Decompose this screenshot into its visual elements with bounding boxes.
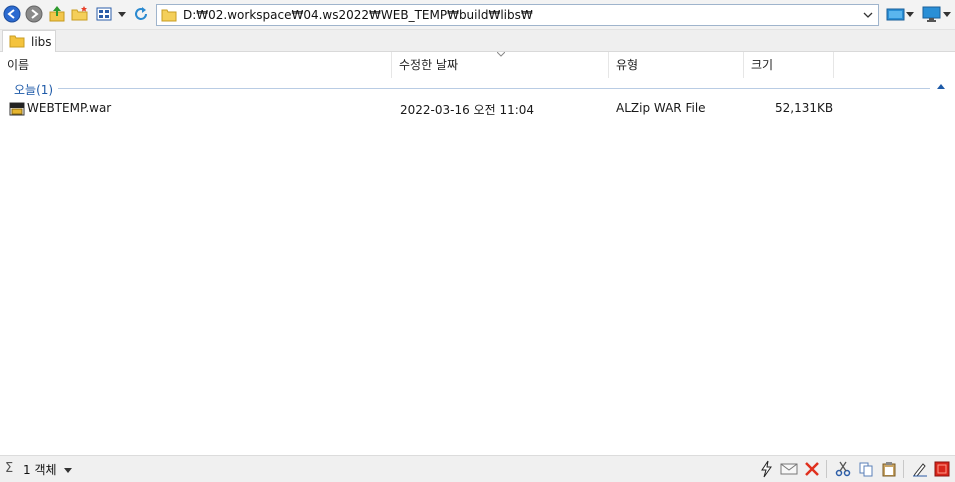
layout-dropdown[interactable] xyxy=(906,12,914,17)
monitor-dropdown[interactable] xyxy=(943,12,951,17)
copy-icon xyxy=(859,462,873,477)
refresh-button[interactable] xyxy=(132,5,150,23)
lightning-icon xyxy=(761,460,772,478)
stop-square-icon xyxy=(934,461,950,477)
folder-icon xyxy=(161,9,177,22)
back-button[interactable] xyxy=(3,5,21,23)
chevron-down-icon[interactable] xyxy=(862,9,874,21)
monitor-button[interactable] xyxy=(922,5,942,23)
folder-up-icon xyxy=(49,6,65,22)
new-folder-icon xyxy=(71,6,88,21)
toolbar-separator xyxy=(903,460,904,478)
monitor-icon xyxy=(922,6,941,22)
refresh-icon xyxy=(135,7,147,20)
file-modified: 2022-03-16 오전 11:04 xyxy=(400,103,535,117)
toolbar: D:₩02.workspace₩04.ws2022₩WEB_TEMP₩build… xyxy=(0,0,955,30)
forward-arrow-icon xyxy=(25,5,43,23)
email-button[interactable] xyxy=(780,460,798,478)
clipboard-icon xyxy=(882,462,896,477)
envelope-icon xyxy=(780,463,798,475)
item-count: 1 객체 xyxy=(23,463,57,477)
tab-libs[interactable]: libs xyxy=(2,30,56,52)
file-size: 52,131KB xyxy=(775,101,834,115)
address-path[interactable]: D:₩02.workspace₩04.ws2022₩WEB_TEMP₩build… xyxy=(183,8,533,22)
count-dropdown[interactable] xyxy=(64,468,72,473)
layout-button[interactable] xyxy=(886,5,906,23)
back-arrow-icon xyxy=(3,5,21,23)
column-header-type[interactable]: 유형 xyxy=(609,52,744,78)
collapse-icon[interactable] xyxy=(937,84,945,89)
group-header-today[interactable]: 오늘(1) xyxy=(0,80,955,98)
scissors-icon xyxy=(835,461,851,477)
view-mode-dropdown[interactable] xyxy=(118,12,126,17)
tab-label: libs xyxy=(31,34,52,49)
paste-button[interactable] xyxy=(880,460,898,478)
group-label: 오늘(1) xyxy=(14,83,54,97)
edit-button[interactable] xyxy=(911,460,929,478)
group-divider xyxy=(58,88,930,89)
forward-button[interactable] xyxy=(25,5,43,23)
status-bar: Σ 1 객체 xyxy=(0,455,955,482)
column-header-size[interactable]: 크기 xyxy=(744,52,834,78)
copy-button[interactable] xyxy=(857,460,875,478)
delete-x-icon xyxy=(805,462,819,476)
panel-layout-icon xyxy=(886,8,905,21)
sigma-icon: Σ xyxy=(5,461,14,476)
lightning-button[interactable] xyxy=(757,460,775,478)
column-headers: 이름 수정한 날짜 유형 크기 xyxy=(0,52,955,78)
up-folder-button[interactable] xyxy=(48,5,66,23)
folder-icon xyxy=(9,35,25,48)
sort-descending-icon xyxy=(497,52,505,57)
file-type: ALZip WAR File xyxy=(616,101,706,115)
file-row[interactable]: WEBTEMP.war 2022-03-16 오전 11:04 ALZip WA… xyxy=(6,99,836,119)
new-folder-button[interactable] xyxy=(71,5,89,23)
tab-strip: libs xyxy=(0,30,955,52)
pencil-icon xyxy=(913,463,927,477)
war-file-icon xyxy=(9,102,25,116)
view-mode-icon xyxy=(96,7,112,21)
stop-button[interactable] xyxy=(933,460,951,478)
view-mode-button[interactable] xyxy=(95,5,113,23)
file-name: WEBTEMP.war xyxy=(27,101,112,115)
toolbar-separator xyxy=(826,460,827,478)
delete-button[interactable] xyxy=(803,460,821,478)
address-bar[interactable]: D:₩02.workspace₩04.ws2022₩WEB_TEMP₩build… xyxy=(156,4,879,26)
cut-button[interactable] xyxy=(834,460,852,478)
column-header-name[interactable]: 이름 xyxy=(0,52,392,78)
